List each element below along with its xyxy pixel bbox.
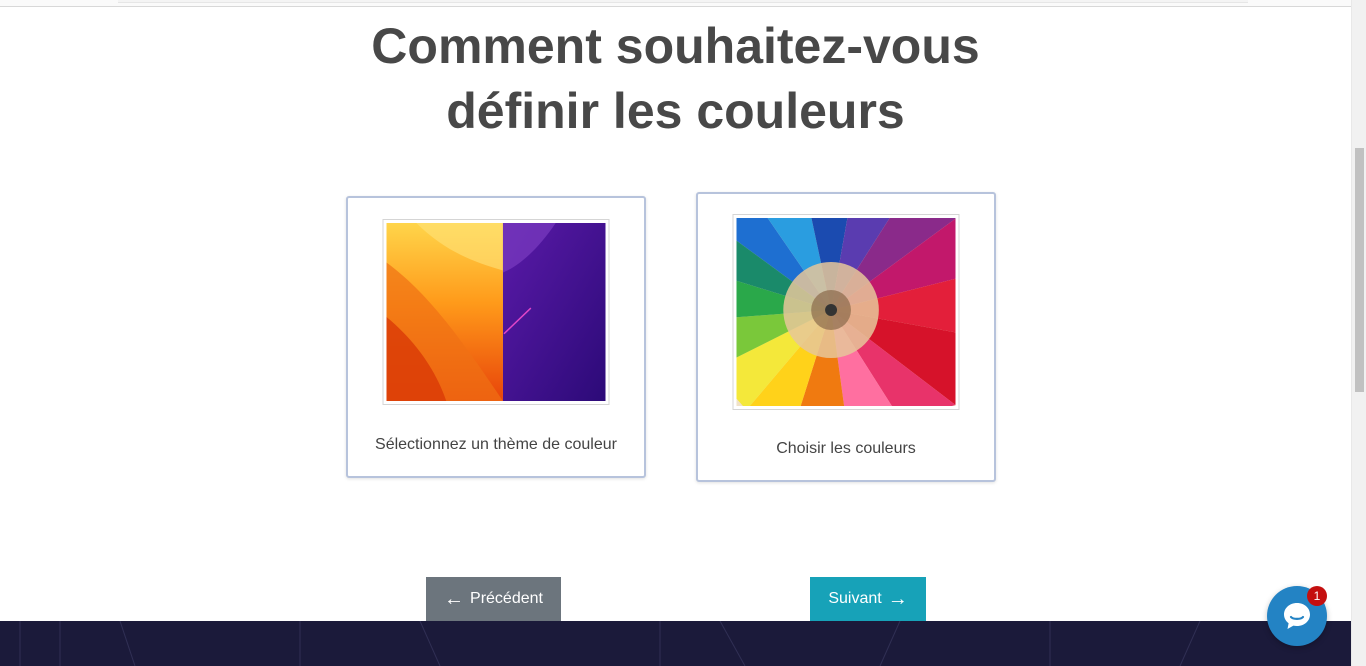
option-card-choose-colors[interactable]: Choisir les couleurs: [696, 192, 996, 482]
page-title-line-2: définir les couleurs: [446, 83, 905, 139]
color-theme-thumbnail: [382, 219, 610, 405]
arrow-right-icon: →: [887, 588, 908, 610]
page-title: Comment souhaitez-vous définir les coule…: [0, 14, 1351, 144]
option-card-color-theme[interactable]: Sélectionnez un thème de couleur: [346, 196, 646, 478]
option-label-choose-colors: Choisir les couleurs: [776, 440, 916, 457]
chat-unread-badge: 1: [1307, 586, 1327, 606]
chat-bubble-icon: [1284, 603, 1310, 629]
next-button[interactable]: Suivant →: [810, 577, 926, 621]
next-button-label: Suivant: [828, 590, 882, 607]
scrollbar-thumb[interactable]: [1355, 148, 1364, 392]
color-theme-image: [386, 223, 606, 401]
browser-top-edge: [0, 0, 1351, 7]
previous-button-label: Précédent: [470, 590, 543, 607]
page-scrollbar[interactable]: [1351, 0, 1366, 666]
browser-tab-strip: [118, 0, 1248, 3]
colored-pencils-image: [736, 218, 956, 406]
footer-background: [0, 621, 1351, 666]
footer-pattern: [19, 621, 1201, 666]
arrow-left-icon: ←: [444, 588, 465, 610]
option-label-color-theme: Sélectionnez un thème de couleur: [375, 436, 617, 453]
page-title-line-1: Comment souhaitez-vous: [371, 18, 980, 74]
previous-button[interactable]: ← Précédent: [426, 577, 561, 621]
colored-pencils-thumbnail: [732, 214, 960, 410]
